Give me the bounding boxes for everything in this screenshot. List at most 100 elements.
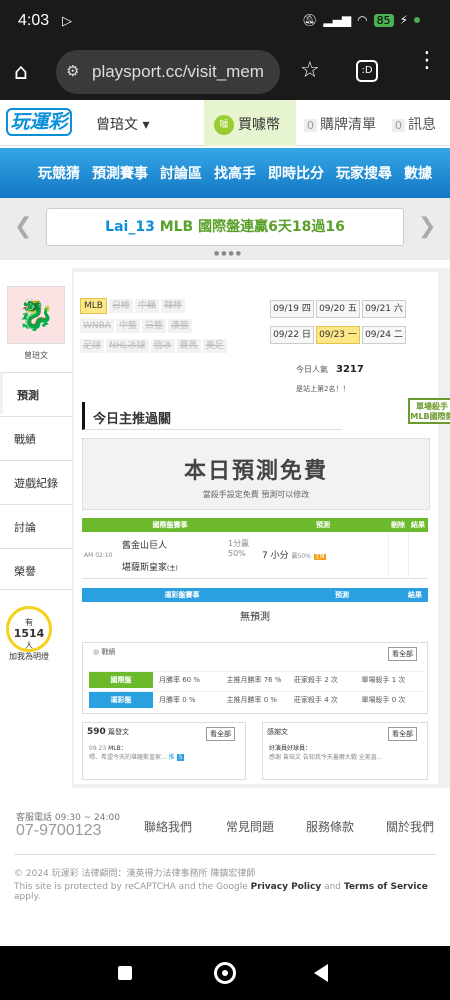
footer-link[interactable]: 常見問題: [226, 818, 274, 835]
date-button[interactable]: 09/22 日: [270, 326, 314, 344]
legal-post: apply.: [14, 892, 41, 902]
thanks-view-all[interactable]: 看全部: [388, 727, 417, 741]
main-nav: 玩競猜 預測賽事 討論區 找高手 即時比分 玩家搜尋 數據: [0, 148, 450, 198]
site-logo[interactable]: 玩運彩: [6, 108, 72, 136]
record-cell: 單場殺手 0 次: [361, 695, 406, 704]
pick-cell: 7 小分 贏50% 主推: [258, 532, 388, 578]
site-header: 玩運彩 曾琣文 ▾ 噱買噱幣 0 購牌清單 0 訊息: [0, 100, 450, 146]
pick-pct: 贏50%: [291, 553, 311, 561]
sport-tag: 賽馬: [176, 339, 201, 353]
sidebar-tab-record[interactable]: 戰績: [0, 416, 72, 458]
date-button[interactable]: 09/24 二: [362, 326, 406, 344]
day-text: 日: [301, 330, 311, 340]
nav-item[interactable]: 討論區: [160, 163, 202, 183]
sidebar-tab-honor[interactable]: 榮譽: [0, 548, 72, 590]
predict-panel: MLB 日棒 中職 韓棒 WNBA 中籃 日籃 澳籃 足球 NHL冰球 俄冰 賽馬 美足 09/19…: [74, 272, 450, 784]
terms-link[interactable]: Terms of Service: [344, 882, 428, 892]
menu-icon[interactable]: ⋮: [416, 50, 438, 72]
record-cell: 莊家殺手 2 次: [294, 675, 338, 684]
nav-item[interactable]: 找高手: [214, 163, 256, 183]
result-cell: [407, 532, 428, 578]
play-icon: ▷: [62, 14, 72, 29]
back-icon[interactable]: [314, 964, 328, 982]
tabs-icon[interactable]: :D: [356, 60, 378, 82]
announcement-user: Lai_13: [105, 219, 155, 235]
dot-icon: [414, 17, 420, 23]
chevron-left-icon[interactable]: ❮: [14, 214, 32, 239]
recents-icon[interactable]: [118, 966, 132, 980]
date-text: 09/20: [319, 304, 346, 314]
date-button[interactable]: 09/20 五: [316, 300, 360, 318]
handicap-pct: 50%: [228, 549, 246, 558]
messages-link[interactable]: 0 訊息: [392, 114, 436, 134]
chevron-right-icon[interactable]: ❯: [418, 214, 436, 239]
post-item[interactable]: 09 23 MLB： 喂、希望今天的堪薩斯皇家... 推 5: [89, 743, 239, 761]
cart-link[interactable]: 0 購牌清單: [304, 114, 376, 134]
cart-label: 購牌清單: [320, 117, 376, 133]
target-icon: ◎: [93, 648, 100, 656]
announcement-text[interactable]: Lai_13 MLB 國際盤連贏6天18過16: [46, 208, 404, 246]
sport-tag[interactable]: MLB: [80, 298, 107, 314]
footer-link[interactable]: 關於我們: [386, 818, 434, 835]
site-settings-icon[interactable]: ⚙: [66, 62, 79, 80]
record-label: 國際盤: [89, 671, 153, 688]
footer-link[interactable]: 聯絡我們: [144, 818, 192, 835]
sidebar-tab-discuss[interactable]: 討論: [0, 504, 72, 546]
match-time: AM 02:10: [84, 552, 113, 559]
user-dropdown[interactable]: 曾琣文 ▾: [96, 114, 149, 134]
status-icons: 🔕︎ ▂▄▆ ◠ 85 ⚡: [302, 13, 420, 27]
push-label: 推: [168, 754, 175, 761]
date-button[interactable]: 09/19 四: [270, 300, 314, 318]
footer-link[interactable]: 服務條款: [306, 818, 354, 835]
sidebar-tab-predict[interactable]: 預測: [0, 372, 72, 414]
buy-coin-button[interactable]: 噱買噱幣: [204, 100, 296, 146]
clock: 4:03: [18, 12, 50, 29]
col-header: 刪除: [391, 521, 405, 529]
lottery-prediction-table: 運彩盤賽事 預測 結果 無預測: [82, 588, 428, 628]
nav-item[interactable]: 玩競猜: [38, 163, 80, 183]
col-header: 結果: [411, 521, 425, 529]
date-button-selected[interactable]: 09/23 一: [316, 326, 360, 344]
fans-bulb[interactable]: 有 1514 人 加我為明燈: [6, 606, 52, 661]
free-banner: 本日預測免費 當殺手設定免費 預測可以修改: [82, 438, 430, 510]
recaptcha-notice: This site is protected by reCAPTCHA and …: [14, 882, 450, 902]
home-icon[interactable]: ⌂: [14, 60, 28, 85]
team-home-name: 堪薩斯皇家: [122, 563, 168, 573]
visitor-count: 今日人氣 3217: [296, 364, 364, 375]
url-bar[interactable]: ⚙ playsport.cc/visit_mem: [56, 50, 280, 94]
hotline-phone[interactable]: 07-9700123: [16, 822, 101, 840]
posts-view-all[interactable]: 看全部: [206, 727, 235, 741]
pick-value: 7 小分: [262, 551, 289, 562]
nav-item[interactable]: 玩家搜尋: [336, 163, 392, 183]
date-button[interactable]: 09/21 六: [362, 300, 406, 318]
privacy-link[interactable]: Privacy Policy: [251, 882, 322, 892]
nav-item[interactable]: 即時比分: [268, 163, 324, 183]
announcement-league: MLB: [159, 219, 194, 235]
free-title: 本日預測免費: [183, 459, 328, 484]
msg-count: 0: [392, 119, 405, 132]
badge-line1: 單場殺手: [416, 402, 448, 411]
nav-item[interactable]: 預測賽事: [92, 163, 148, 183]
view-all-button[interactable]: 看全部: [388, 647, 417, 661]
post-date: 09 23: [89, 745, 107, 752]
thanks-item[interactable]: 好演員好球員： 感謝 曾琣文 告知我今天蓋爾大戰 全美直...: [269, 743, 419, 761]
legal-and: and: [321, 882, 344, 892]
visitors-value: 3217: [336, 364, 364, 375]
col-header: 國際盤賽事: [152, 521, 188, 529]
status-bar: 4:03 ▷ 🔕︎ ▂▄▆ ◠ 85 ⚡: [0, 0, 450, 44]
date-text: 09/21: [365, 304, 392, 314]
cart-count: 0: [304, 119, 317, 132]
caret-down-icon: ▾: [142, 117, 150, 133]
sport-tag: 日棒: [108, 299, 133, 313]
col-header: 結果: [408, 591, 422, 599]
home-circle-icon[interactable]: [214, 962, 236, 984]
sidebar-tab-game-log[interactable]: 遊戲紀錄: [0, 460, 72, 502]
nav-item[interactable]: 數據: [404, 163, 432, 183]
record-title-text: 戰績: [101, 648, 116, 656]
announcement-msg: 國際盤連贏6天18過16: [198, 219, 345, 235]
star-icon[interactable]: ☆: [300, 58, 320, 83]
date-text: 09/23: [319, 330, 346, 340]
fans-post: 人: [25, 641, 33, 650]
delete-cell[interactable]: [387, 532, 408, 578]
sport-tag: 中籃: [115, 319, 140, 333]
